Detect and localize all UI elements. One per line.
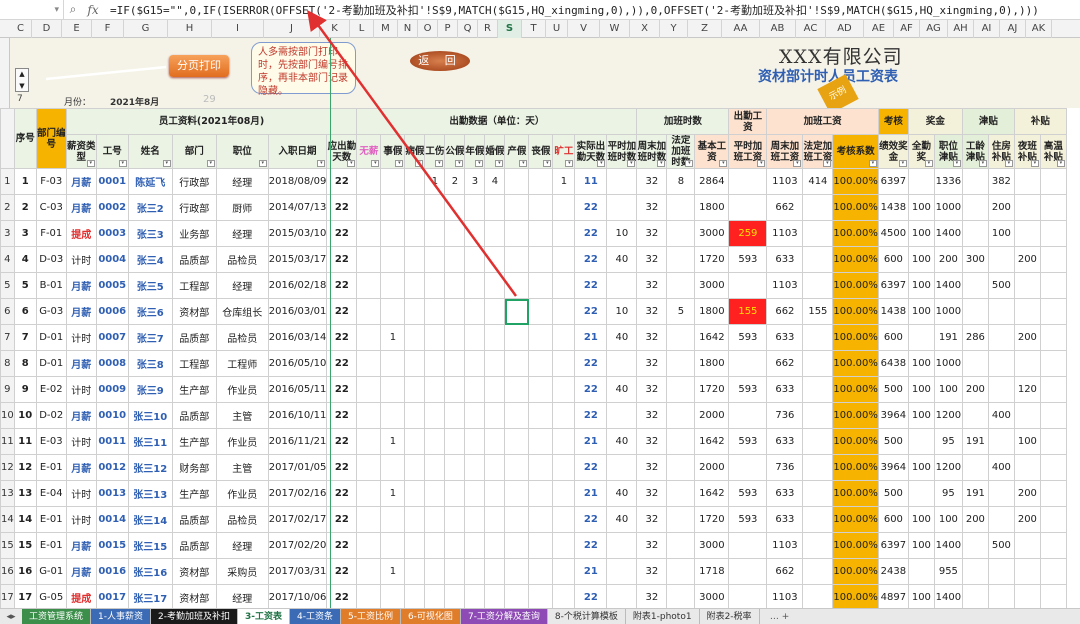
tab-3[interactable]: 3-工资表 <box>237 609 290 624</box>
tab-9[interactable]: 附表1-photo1 <box>625 609 700 624</box>
tab-5[interactable]: 5-工资比例 <box>340 609 401 624</box>
sheet-tabs: ◂▸ 工资管理系统 1-人事薪资 2-考勤加班及补扣 3-工资表 4-工资条 5-工资比例… <box>0 608 1080 624</box>
tab-7[interactable]: 7-工资分解及查询 <box>460 609 548 624</box>
tab-2[interactable]: 2-考勤加班及补扣 <box>151 609 238 624</box>
tab-8[interactable]: 8-个税计算模板 <box>547 609 626 624</box>
tab-10[interactable]: 附表2-税率 <box>699 609 760 624</box>
annotation-arrows <box>45 9 518 297</box>
tab-0[interactable]: 工资管理系统 <box>22 609 92 624</box>
tab-6[interactable]: 6-可视化图 <box>400 609 461 624</box>
arrow-white <box>45 65 167 81</box>
tab-1[interactable]: 1-人事薪资 <box>91 609 151 624</box>
add-sheet-button[interactable]: … + <box>760 609 800 624</box>
arrow-to-formula <box>307 9 518 297</box>
tab-4[interactable]: 4-工资条 <box>289 609 341 624</box>
tab-nav-icon[interactable]: ◂▸ <box>0 609 22 624</box>
